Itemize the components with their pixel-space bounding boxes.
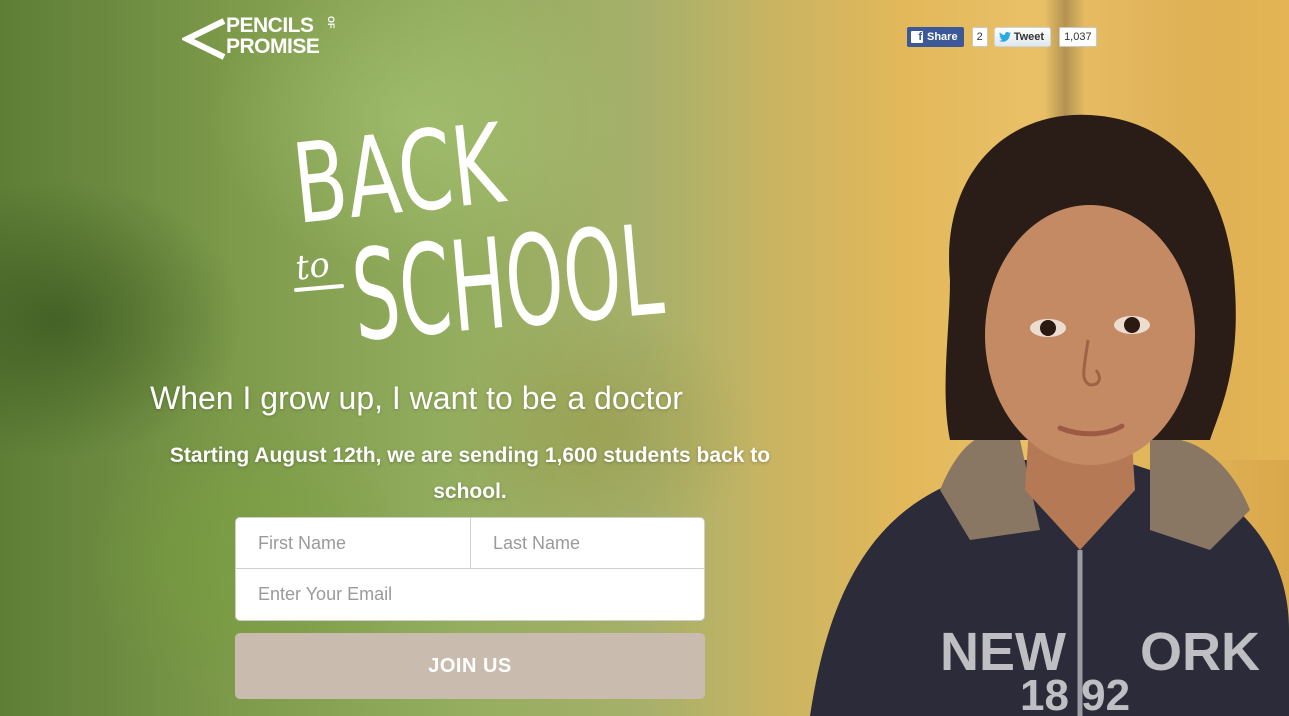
- email-field-wrapper: [235, 569, 705, 621]
- svg-text:18 92: 18 92: [1020, 671, 1130, 716]
- pencils-of-promise-logo[interactable]: PENCILS OF PROMISE: [182, 14, 347, 64]
- subtext: Starting August 12th, we are sending 1,6…: [169, 444, 771, 503]
- name-row: [235, 517, 705, 569]
- signup-form: JOIN US: [235, 517, 705, 699]
- join-us-button[interactable]: JOIN US: [235, 633, 705, 699]
- email-input[interactable]: [256, 583, 684, 606]
- facebook-share-button[interactable]: f Share: [907, 27, 964, 47]
- facebook-icon: f: [911, 31, 923, 43]
- first-name-input[interactable]: [256, 531, 450, 555]
- logo-of: OF: [326, 16, 336, 29]
- social-share-bar: f Share 2 Tweet 1,037: [907, 27, 1097, 47]
- title-to: to: [293, 244, 332, 288]
- headline-prefix: When I grow up, I want to be: [150, 380, 558, 416]
- headline: When I grow up, I want to be a doctor: [150, 380, 683, 417]
- facebook-share-label: Share: [927, 31, 958, 43]
- first-name-field-wrapper: [235, 517, 470, 569]
- facebook-share-count: 2: [971, 27, 988, 47]
- tweet-label: Tweet: [1013, 31, 1045, 43]
- tweet-button[interactable]: Tweet: [993, 27, 1052, 47]
- last-name-input[interactable]: [491, 531, 684, 555]
- logo-line2: PROMISE: [226, 35, 320, 58]
- logo-line1: PENCILS: [226, 14, 314, 37]
- last-name-field-wrapper: [470, 517, 705, 569]
- girl-portrait: NEW ORK 18 92: [810, 114, 1289, 716]
- back-to-school-title: BACK to SCHOOL: [290, 100, 668, 340]
- svg-text:ORK: ORK: [1140, 622, 1260, 682]
- headline-role: a doctor: [567, 380, 683, 416]
- tweet-count: 1,037: [1059, 27, 1097, 47]
- twitter-bird-icon: [998, 32, 1011, 42]
- chevron-left-logo-icon: [182, 18, 226, 60]
